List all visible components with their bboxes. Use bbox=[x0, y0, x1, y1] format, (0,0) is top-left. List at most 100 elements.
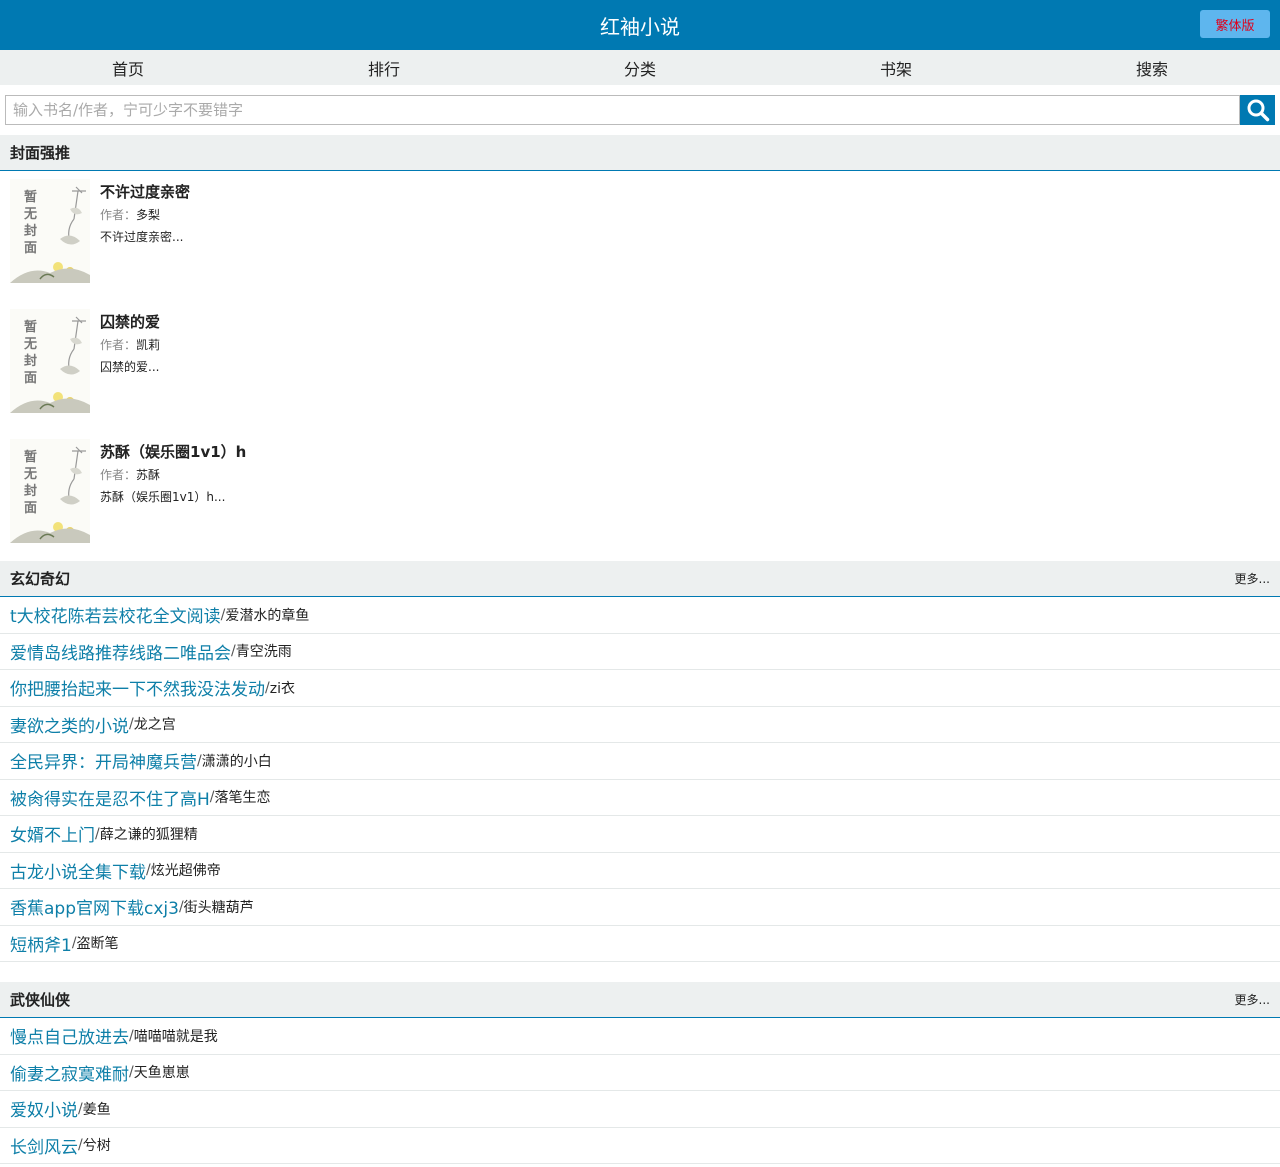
book-title-link[interactable]: 被肏得实在是忍不住了高H bbox=[10, 785, 210, 810]
cover-char: 无 bbox=[23, 207, 37, 222]
book-author-link[interactable]: 街头糖葫芦 bbox=[184, 897, 254, 917]
author-label: 作者： bbox=[100, 208, 137, 222]
search-button[interactable] bbox=[1240, 95, 1275, 125]
book-author-link[interactable]: 姜鱼 bbox=[83, 1099, 111, 1119]
author-name: 多梨 bbox=[136, 208, 161, 222]
list-item: 长剑风云 / 兮树 bbox=[0, 1128, 1280, 1164]
list-item: 妻欲之类的小说 / 龙之宫 bbox=[0, 707, 1280, 743]
book-title-link[interactable]: t大校花陈若芸校花全文阅读 bbox=[10, 602, 221, 627]
cover-char: 暂 bbox=[24, 319, 37, 335]
list-item: 爱奴小说 / 姜鱼 bbox=[0, 1091, 1280, 1128]
list-item: 偷妻之寂寞难耐 / 天鱼崽崽 bbox=[0, 1055, 1280, 1091]
section-title: 玄幻奇幻 bbox=[10, 570, 71, 588]
book-author-link[interactable]: 龙之宫 bbox=[134, 714, 176, 734]
book-title-link[interactable]: 短柄斧1 bbox=[10, 931, 72, 956]
featured-section-header: 封面强推 bbox=[0, 135, 1280, 171]
nav-search[interactable]: 搜索 bbox=[1024, 50, 1280, 85]
list-item: 全民异界：开局神魔兵营 / 潇潇的小白 bbox=[0, 743, 1280, 780]
site-title: 红袖小说 bbox=[600, 14, 680, 39]
book-author: 作者：凯莉 bbox=[100, 336, 160, 353]
search-input[interactable] bbox=[5, 95, 1240, 125]
book-cover[interactable]: 暂 无 封 面 bbox=[10, 179, 90, 283]
main-nav: 首页 排行 分类 书架 搜索 bbox=[0, 50, 1280, 85]
list-item: 香蕉app官网下载cxj3/街头糖葫芦 bbox=[0, 889, 1280, 926]
book-info: 苏酥（娱乐圈1v1）h 作者：苏酥 苏酥（娱乐圈1v1）h... bbox=[100, 439, 246, 561]
book-info: 不许过度亲密 作者：多梨 不许过度亲密... bbox=[100, 179, 190, 301]
more-link[interactable]: 更多... bbox=[1235, 570, 1270, 587]
cover-char: 暂 bbox=[24, 189, 37, 205]
book-title-link[interactable]: 古龙小说全集下载 bbox=[10, 858, 146, 883]
search-bar bbox=[0, 85, 1280, 135]
book-title-link[interactable]: 香蕉app官网下载cxj3 bbox=[10, 894, 179, 919]
more-link[interactable]: 更多... bbox=[1235, 991, 1270, 1008]
section-title: 封面强推 bbox=[10, 144, 71, 162]
book-cover[interactable]: 暂 无 封 面 bbox=[10, 309, 90, 413]
nav-bookshelf[interactable]: 书架 bbox=[768, 50, 1024, 85]
featured-book: 暂 无 封 面 不许过度亲密 作者：多梨 不许过度亲密... bbox=[10, 171, 1270, 301]
book-title-link[interactable]: 偷妻之寂寞难耐 bbox=[10, 1060, 129, 1085]
book-cover-image: 暂 无 封 面 bbox=[10, 179, 90, 283]
fantasy-book-list: t大校花陈若芸校花全文阅读 / 爱潜水的章鱼 爱情岛线路推荐线路二唯品会 / 青空洗雨 … bbox=[0, 597, 1280, 962]
book-author-link[interactable]: 天鱼崽崽 bbox=[134, 1062, 190, 1082]
book-title-link[interactable]: 全民异界：开局神魔兵营 bbox=[10, 748, 197, 773]
book-title-link[interactable]: 你把腰抬起来一下不然我没法发动 bbox=[10, 675, 265, 700]
book-title[interactable]: 苏酥（娱乐圈1v1）h bbox=[100, 441, 246, 462]
featured-list: 暂 无 封 面 不许过度亲密 作者：多梨 不许过度亲密... 暂 无 封 面 囚… bbox=[0, 171, 1280, 561]
nav-home[interactable]: 首页 bbox=[0, 50, 256, 85]
book-author: 作者：苏酥 bbox=[100, 466, 246, 483]
book-title-link[interactable]: 妻欲之类的小说 bbox=[10, 712, 129, 737]
book-cover-image: 暂 无 封 面 bbox=[10, 439, 90, 543]
book-title[interactable]: 囚禁的爱 bbox=[100, 311, 160, 332]
author-label: 作者： bbox=[100, 468, 137, 482]
cover-char: 封 bbox=[24, 353, 37, 369]
book-author-link[interactable]: 炫光超佛帝 bbox=[151, 860, 221, 880]
book-author-link[interactable]: 爱潜水的章鱼 bbox=[225, 605, 309, 625]
list-item: 女婿不上门 / 薛之谦的狐狸精 bbox=[0, 816, 1280, 853]
book-description: 囚禁的爱... bbox=[100, 360, 160, 374]
featured-book: 暂 无 封 面 苏酥（娱乐圈1v1）h 作者：苏酥 苏酥（娱乐圈1v1）h... bbox=[10, 431, 1270, 561]
list-item: 短柄斧1/盗断笔 bbox=[0, 926, 1280, 962]
book-author-link[interactable]: zi衣 bbox=[270, 678, 295, 698]
featured-book: 暂 无 封 面 囚禁的爱 作者：凯莉 囚禁的爱... bbox=[10, 301, 1270, 431]
cover-char: 无 bbox=[23, 337, 37, 352]
book-title-link[interactable]: 爱奴小说 bbox=[10, 1096, 78, 1121]
author-name: 凯莉 bbox=[136, 338, 161, 352]
book-author-link[interactable]: 盗断笔 bbox=[77, 933, 119, 953]
book-description: 不许过度亲密... bbox=[100, 230, 184, 244]
list-item: t大校花陈若芸校花全文阅读 / 爱潜水的章鱼 bbox=[0, 597, 1280, 634]
author-label: 作者： bbox=[100, 338, 137, 352]
cover-char: 暂 bbox=[24, 449, 37, 465]
book-title-link[interactable]: 长剑风云 bbox=[10, 1133, 78, 1158]
book-cover[interactable]: 暂 无 封 面 bbox=[10, 439, 90, 543]
cover-char: 无 bbox=[23, 467, 37, 482]
section-title: 武侠仙侠 bbox=[10, 991, 71, 1009]
book-description: 苏酥（娱乐圈1v1）h... bbox=[100, 490, 226, 504]
book-author-link[interactable]: 喵喵喵就是我 bbox=[134, 1026, 218, 1046]
book-cover-image: 暂 无 封 面 bbox=[10, 309, 90, 413]
cover-char: 封 bbox=[24, 223, 37, 239]
book-author-link[interactable]: 薛之谦的狐狸精 bbox=[100, 824, 198, 844]
cover-char: 面 bbox=[24, 241, 37, 256]
list-item: 爱情岛线路推荐线路二唯品会 / 青空洗雨 bbox=[0, 634, 1280, 670]
book-author-link[interactable]: 青空洗雨 bbox=[236, 641, 292, 661]
book-title-link[interactable]: 女婿不上门 bbox=[10, 821, 95, 846]
nav-ranking[interactable]: 排行 bbox=[256, 50, 512, 85]
wuxia-book-list: 慢点自己放进去 / 喵喵喵就是我 偷妻之寂寞难耐 / 天鱼崽崽 爱奴小说 / 姜鱼 长剑风云… bbox=[0, 1018, 1280, 1164]
cover-char: 封 bbox=[24, 483, 37, 499]
site-header: 红袖小说 繁体版 bbox=[0, 0, 1280, 50]
book-title-link[interactable]: 爱情岛线路推荐线路二唯品会 bbox=[10, 639, 231, 664]
nav-category[interactable]: 分类 bbox=[512, 50, 768, 85]
list-item: 慢点自己放进去 / 喵喵喵就是我 bbox=[0, 1018, 1280, 1055]
author-name: 苏酥 bbox=[136, 468, 161, 482]
book-author: 作者：多梨 bbox=[100, 206, 190, 223]
book-title[interactable]: 不许过度亲密 bbox=[100, 181, 190, 202]
book-title-link[interactable]: 慢点自己放进去 bbox=[10, 1023, 129, 1048]
traditional-chinese-button[interactable]: 繁体版 bbox=[1200, 10, 1270, 38]
book-author-link[interactable]: 兮树 bbox=[83, 1135, 111, 1155]
search-icon bbox=[1247, 99, 1269, 122]
book-info: 囚禁的爱 作者：凯莉 囚禁的爱... bbox=[100, 309, 160, 431]
book-author-link[interactable]: 落笔生恋 bbox=[215, 787, 271, 807]
book-author-link[interactable]: 潇潇的小白 bbox=[202, 751, 272, 771]
fantasy-section-header: 玄幻奇幻 更多... bbox=[0, 561, 1280, 597]
